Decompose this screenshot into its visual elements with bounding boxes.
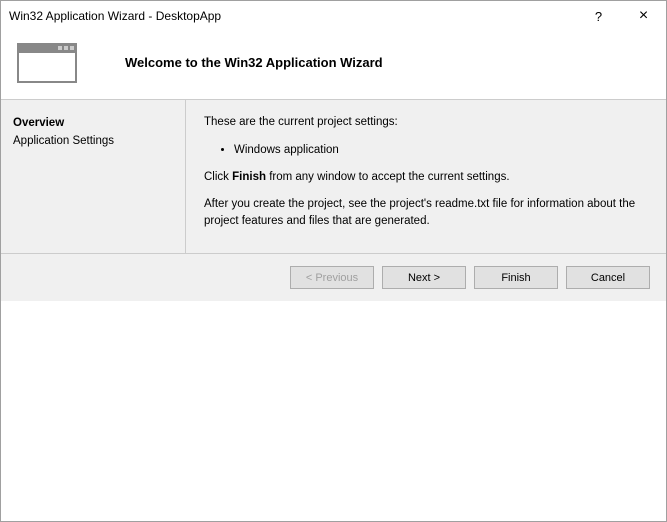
app-window-icon [17,43,77,83]
wizard-content: These are the current project settings: … [186,100,666,253]
sidebar-item-application-settings[interactable]: Application Settings [13,132,173,150]
wizard-title: Welcome to the Win32 Application Wizard [125,43,383,83]
content-bullet: Windows application [234,141,648,160]
next-button[interactable]: Next > [382,266,466,289]
wizard-body: Overview Application Settings These are … [1,100,666,253]
previous-button: < Previous [290,266,374,289]
content-line2: Click Finish from any window to accept t… [204,169,648,186]
window-title: Win32 Application Wizard - DesktopApp [9,9,576,23]
content-bullet-list: Windows application [234,141,648,160]
close-button[interactable]: × [621,1,666,31]
sidebar-item-overview[interactable]: Overview [13,114,173,132]
content-intro: These are the current project settings: [204,114,648,131]
finish-button[interactable]: Finish [474,266,558,289]
wizard-footer: < Previous Next > Finish Cancel [1,253,666,301]
wizard-header: Welcome to the Win32 Application Wizard [1,31,666,99]
titlebar: Win32 Application Wizard - DesktopApp ? … [1,1,666,31]
wizard-sidebar: Overview Application Settings [1,100,186,253]
cancel-button[interactable]: Cancel [566,266,650,289]
content-line3: After you create the project, see the pr… [204,196,648,229]
help-button[interactable]: ? [576,1,621,31]
